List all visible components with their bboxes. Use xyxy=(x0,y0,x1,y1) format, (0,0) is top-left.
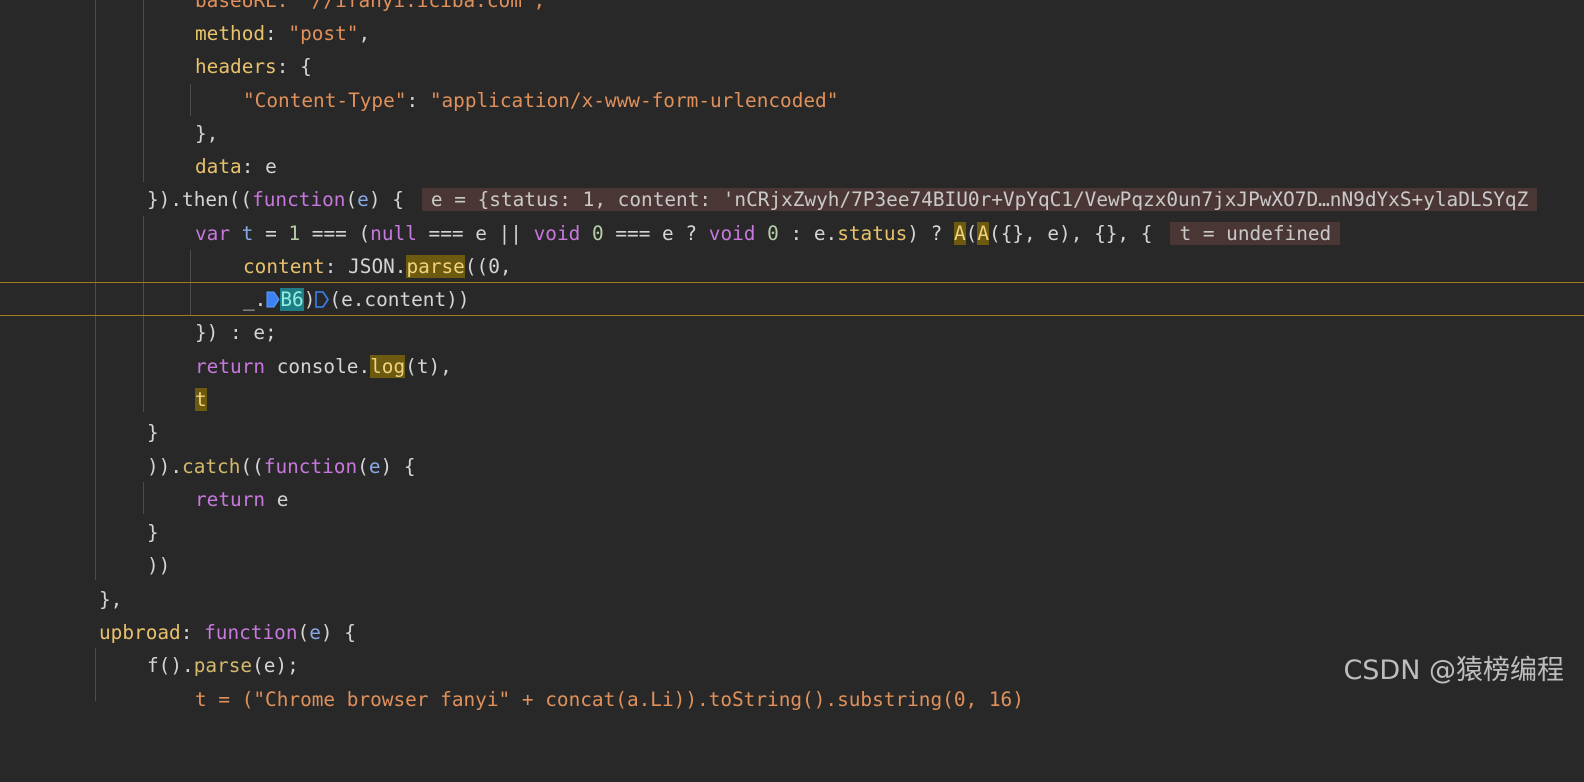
code-line[interactable]: "Content-Type": "application/x-www-form-… xyxy=(0,84,1584,117)
code-line[interactable]: }, xyxy=(0,583,1584,616)
code-text: data: e xyxy=(195,155,277,178)
code-text: t = ("Chrome browser fanyi" + concat(a.L… xyxy=(195,688,1024,711)
code-text: )).catch((function(e) { xyxy=(147,455,416,478)
code-line[interactable]: baseURL: "//ifanyi.iciba.com", xyxy=(0,0,1584,17)
code-text: method: "post", xyxy=(195,22,371,45)
code-line[interactable]: var t = 1 === (null === e || void 0 === … xyxy=(0,217,1584,250)
highlighted-call[interactable]: t xyxy=(195,388,207,411)
breakpoint-marker-icon[interactable] xyxy=(266,291,280,308)
paused-execution-line[interactable]: _. B6) (e.content)) xyxy=(0,282,1584,316)
code-text: baseURL: "//ifanyi.iciba.com", xyxy=(195,0,546,12)
code-line[interactable]: return e xyxy=(0,483,1584,516)
inline-variable-value[interactable]: e = {status: 1, content: 'nCRjxZwyh/7P3e… xyxy=(421,188,1538,211)
highlighted-call[interactable]: A xyxy=(977,222,990,245)
code-line[interactable]: t = ("Chrome browser fanyi" + concat(a.L… xyxy=(0,683,1584,716)
code-line[interactable]: return console.log(t), xyxy=(0,350,1584,383)
highlighted-call[interactable]: A xyxy=(953,222,966,245)
code-text: } xyxy=(147,421,159,444)
code-text: var t = 1 === (null === e || void 0 === … xyxy=(195,217,1341,250)
code-text: }).then((function(e) {e = {status: 1, co… xyxy=(147,183,1538,216)
code-line[interactable]: content: JSON.parse((0, xyxy=(0,250,1584,283)
code-text: }, xyxy=(99,588,123,611)
inline-variable-value[interactable]: t = undefined xyxy=(1170,222,1341,245)
code-text: headers: { xyxy=(195,55,312,78)
code-text: return e xyxy=(195,488,289,511)
code-line[interactable]: headers: { xyxy=(0,50,1584,83)
code-text: }, xyxy=(195,122,219,145)
code-line[interactable]: upbroad: function(e) { xyxy=(0,616,1584,649)
code-text: "Content-Type": "application/x-www-form-… xyxy=(243,89,839,112)
code-line[interactable]: }) : e; xyxy=(0,316,1584,349)
code-line[interactable]: } xyxy=(0,516,1584,549)
code-line[interactable]: } xyxy=(0,416,1584,449)
code-line[interactable]: )) xyxy=(0,549,1584,582)
code-text: t xyxy=(195,383,207,416)
code-text: }) : e; xyxy=(195,321,277,344)
code-text: content: JSON.parse((0, xyxy=(243,255,512,278)
code-editor[interactable]: baseURL: "//ifanyi.iciba.com", method: "… xyxy=(0,0,1584,711)
code-line[interactable]: )).catch((function(e) { xyxy=(0,450,1584,483)
highlighted-call[interactable]: parse xyxy=(406,255,465,278)
watermark-text: CSDN @猿榜编程 xyxy=(1343,655,1564,686)
breakpoint-marker-icon[interactable] xyxy=(315,291,330,308)
code-text: return console.log(t), xyxy=(195,355,452,378)
code-line[interactable]: }).then((function(e) {e = {status: 1, co… xyxy=(0,183,1584,216)
code-text: _. B6) (e.content)) xyxy=(243,288,470,311)
code-text: } xyxy=(147,521,159,544)
code-line[interactable]: t xyxy=(0,383,1584,416)
code-line[interactable]: method: "post", xyxy=(0,17,1584,50)
current-expression[interactable]: B6 xyxy=(280,288,304,311)
code-line[interactable]: data: e xyxy=(0,150,1584,183)
code-text: )) xyxy=(147,554,171,577)
code-text: f().parse(e); xyxy=(147,654,299,677)
highlighted-call[interactable]: log xyxy=(370,355,406,378)
code-text: upbroad: function(e) { xyxy=(99,621,356,644)
code-line[interactable]: }, xyxy=(0,117,1584,150)
